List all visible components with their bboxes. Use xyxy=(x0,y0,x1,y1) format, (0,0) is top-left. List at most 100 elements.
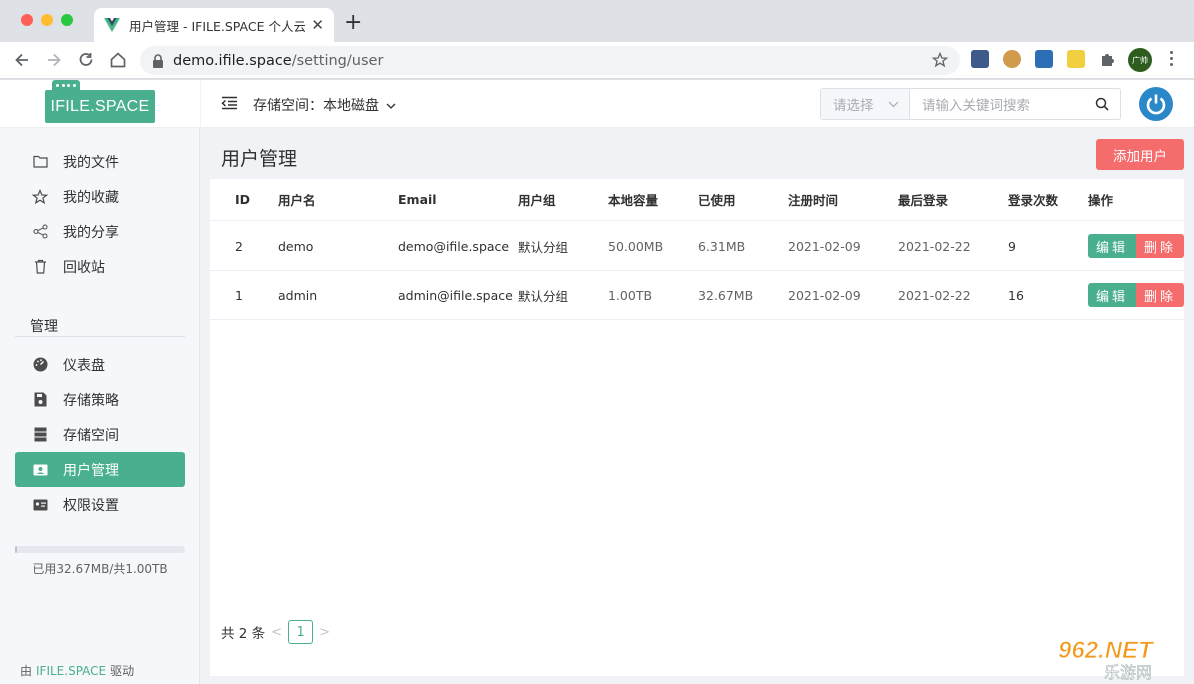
cell-id: 1 xyxy=(235,287,243,303)
share-icon xyxy=(32,224,48,240)
sidebar-item-label: 回收站 xyxy=(63,259,105,276)
delete-button[interactable]: 删除 xyxy=(1136,234,1184,258)
cell-login-count: 9 xyxy=(1008,238,1016,254)
cell-email: demo@ifile.space xyxy=(398,238,510,254)
powered-brand-link[interactable]: IFILE.SPACE xyxy=(36,664,106,678)
close-tab-icon[interactable]: ✕ xyxy=(311,16,324,34)
sidebar-item-storage-space[interactable]: 存储空间 xyxy=(15,417,185,452)
cell-registered: 2021-02-09 xyxy=(788,238,861,254)
quota-text: 已用32.67MB/共1.00TB xyxy=(32,562,168,576)
site-watermark: 962.NET 乐游网 xyxy=(1058,637,1156,682)
column-header-registered: 注册时间 xyxy=(788,193,839,208)
browser-tab[interactable]: 用户管理 - IFILE.SPACE 个人云文 ✕ xyxy=(94,8,334,42)
sidebar-item-label: 用户管理 xyxy=(63,462,119,479)
sidebar-item-label: 我的分享 xyxy=(63,224,119,241)
bookmark-star-icon[interactable] xyxy=(932,52,948,68)
id-card-icon xyxy=(32,497,48,513)
cell-capacity: 1.00TB xyxy=(608,287,653,303)
column-header-actions: 操作 xyxy=(1088,193,1114,208)
column-header-username: 用户名 xyxy=(278,193,316,208)
trash-icon xyxy=(32,259,48,275)
sidebar-item-user-management[interactable]: 用户管理 xyxy=(15,452,185,487)
cell-actions: 编辑 删除 xyxy=(1080,283,1184,307)
menu-divider xyxy=(15,336,185,337)
logout-button[interactable] xyxy=(1139,87,1173,121)
sidebar: IFILE.SPACE 我的文件 我的收藏 我的分享 回收站 管理 仪表盘 存储… xyxy=(0,80,200,684)
cell-used: 32.67MB xyxy=(698,287,754,303)
extension-js-icon[interactable] xyxy=(1067,50,1085,68)
sidebar-item-label: 存储策略 xyxy=(63,392,119,409)
sidebar-item-label: 权限设置 xyxy=(63,497,119,514)
app-header: 存储空间：本地磁盘 请选择 请输入关键词搜索 xyxy=(201,80,1194,128)
sidebar-item-permissions[interactable]: 权限设置 xyxy=(15,487,185,522)
maximize-window-button[interactable] xyxy=(61,14,73,26)
extensions-puzzle-icon[interactable] xyxy=(1099,50,1117,68)
vue-logo-icon xyxy=(104,18,120,32)
search-button[interactable] xyxy=(1084,89,1120,119)
column-header-email: Email xyxy=(398,192,437,207)
app-logo[interactable]: IFILE.SPACE xyxy=(45,90,155,123)
sidebar-item-favorites[interactable]: 我的收藏 xyxy=(15,179,185,214)
page-title: 用户管理 xyxy=(221,148,298,170)
menu-fold-icon[interactable] xyxy=(221,96,238,110)
quota-fill xyxy=(15,546,17,553)
sidebar-item-recycle-bin[interactable]: 回收站 xyxy=(15,249,185,284)
table-header: ID 用户名 Email 用户组 本地容量 已使用 注册时间 最后登录 登录次数… xyxy=(210,179,1184,221)
cell-group: 默认分组 xyxy=(518,239,569,255)
extension-star-icon[interactable] xyxy=(971,50,989,68)
search-input[interactable]: 请输入关键词搜索 xyxy=(910,89,1084,119)
pagination: 共 2 条 < 1 > xyxy=(221,620,336,644)
address-bar[interactable]: demo.ifile.space/setting/user xyxy=(140,46,960,75)
logo-area: IFILE.SPACE xyxy=(0,80,200,128)
cell-registered: 2021-02-09 xyxy=(788,287,861,303)
browser-toolbar: demo.ifile.space/setting/user 广帅 xyxy=(0,42,1194,79)
close-window-button[interactable] xyxy=(21,14,33,26)
storage-selector[interactable]: 存储空间：本地磁盘 xyxy=(253,95,396,115)
sidebar-item-label: 我的文件 xyxy=(63,154,119,171)
watermark-bottom: 乐游网 xyxy=(1104,663,1152,682)
sidebar-item-shares[interactable]: 我的分享 xyxy=(15,214,185,249)
prev-page-button[interactable]: < xyxy=(271,625,282,640)
sidebar-item-label: 我的收藏 xyxy=(63,189,119,206)
cell-capacity: 50.00MB xyxy=(608,238,664,254)
tab-title: 用户管理 - IFILE.SPACE 个人云文 xyxy=(129,18,306,34)
new-tab-button[interactable]: + xyxy=(344,12,362,34)
cell-id: 2 xyxy=(235,238,243,254)
delete-button[interactable]: 删除 xyxy=(1136,283,1184,307)
add-user-button[interactable]: 添加用户 xyxy=(1096,139,1184,170)
back-icon[interactable] xyxy=(12,50,32,70)
menu-group-admin: 管理 xyxy=(30,319,58,335)
forward-icon[interactable] xyxy=(44,50,64,70)
search-type-select[interactable]: 请选择 xyxy=(821,89,910,119)
extension-s-icon[interactable] xyxy=(1035,50,1053,68)
minimize-window-button[interactable] xyxy=(41,14,53,26)
profile-avatar[interactable]: 广帅 xyxy=(1128,48,1152,72)
sidebar-item-label: 存储空间 xyxy=(63,427,119,444)
next-page-button[interactable]: > xyxy=(319,625,330,640)
storage-value: 本地磁盘 xyxy=(323,98,379,114)
cell-used: 6.31MB xyxy=(698,238,746,254)
edit-button[interactable]: 编辑 xyxy=(1088,283,1136,307)
quota-progress-bar xyxy=(15,546,185,553)
column-header-last-login: 最后登录 xyxy=(898,193,949,208)
chevron-down-icon xyxy=(386,103,396,109)
table-row: 2 demo demo@ifile.space 默认分组 50.00MB 6.3… xyxy=(210,222,1184,271)
sidebar-item-dashboard[interactable]: 仪表盘 xyxy=(15,347,185,382)
column-header-group: 用户组 xyxy=(518,193,556,208)
page-number-button[interactable]: 1 xyxy=(288,620,314,644)
home-icon[interactable] xyxy=(108,50,128,70)
edit-button[interactable]: 编辑 xyxy=(1088,234,1136,258)
url-host: demo.ifile.space xyxy=(173,52,292,69)
cell-last-login: 2021-02-22 xyxy=(898,287,971,303)
url-path: /setting/user xyxy=(291,52,384,69)
browser-menu-icon[interactable] xyxy=(1170,51,1174,69)
sidebar-item-storage-policy[interactable]: 存储策略 xyxy=(15,382,185,417)
sidebar-item-my-files[interactable]: 我的文件 xyxy=(15,144,185,179)
chevron-down-icon xyxy=(888,101,899,108)
reload-icon[interactable] xyxy=(76,50,96,70)
powered-prefix: 由 xyxy=(20,664,33,678)
lock-icon xyxy=(153,53,163,68)
powered-by: 由 IFILE.SPACE 驱动 xyxy=(20,662,134,679)
extension-cookie-icon[interactable] xyxy=(1003,50,1021,68)
powered-suffix: 驱动 xyxy=(110,664,135,678)
